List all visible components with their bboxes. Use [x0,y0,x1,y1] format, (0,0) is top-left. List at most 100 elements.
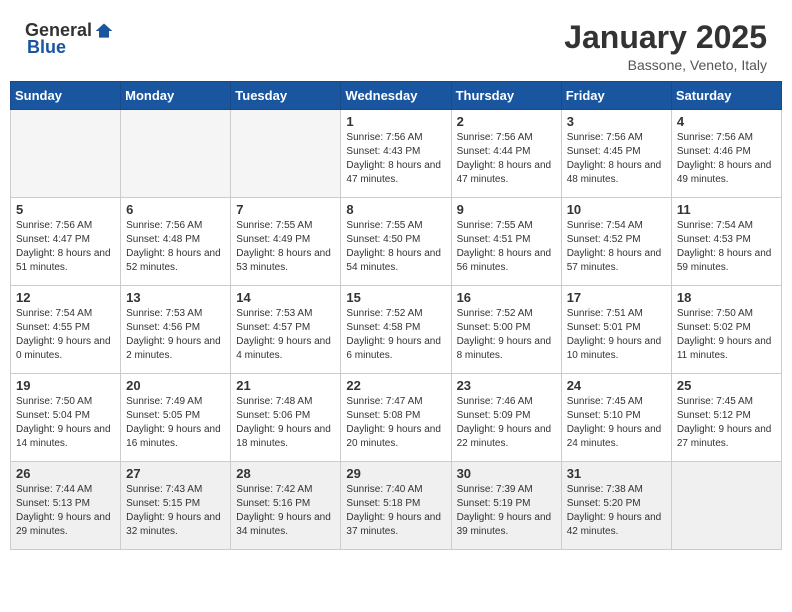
calendar-day-cell: 4 Sunrise: 7:56 AMSunset: 4:46 PMDaylight… [671,110,781,198]
calendar-table: SundayMondayTuesdayWednesdayThursdayFrid… [10,81,782,550]
day-number: 30 [457,466,556,481]
calendar-day-cell: 21 Sunrise: 7:48 AMSunset: 5:06 PMDayligh… [231,374,341,462]
logo-blue: Blue [27,37,66,58]
day-number: 3 [567,114,666,129]
calendar-day-cell: 2 Sunrise: 7:56 AMSunset: 4:44 PMDaylight… [451,110,561,198]
day-info: Sunrise: 7:54 AMSunset: 4:52 PMDaylight:… [567,219,666,275]
day-number: 23 [457,378,556,393]
calendar-day-cell: 25 Sunrise: 7:45 AMSunset: 5:12 PMDayligh… [671,374,781,462]
day-number: 15 [346,290,445,305]
weekday-header: Tuesday [231,82,341,110]
day-number: 24 [567,378,666,393]
calendar-day-cell: 5 Sunrise: 7:56 AMSunset: 4:47 PMDaylight… [11,198,121,286]
day-number: 29 [346,466,445,481]
calendar-day-cell: 15 Sunrise: 7:52 AMSunset: 4:58 PMDayligh… [341,286,451,374]
day-number: 16 [457,290,556,305]
month-year: January 2025 [564,20,767,55]
day-info: Sunrise: 7:51 AMSunset: 5:01 PMDaylight:… [567,307,666,363]
day-info: Sunrise: 7:38 AMSunset: 5:20 PMDaylight:… [567,483,666,539]
day-number: 27 [126,466,225,481]
calendar-day-cell: 12Sunrise: 7:54 AMSunset: 4:55 PMDayligh… [11,286,121,374]
day-info: Sunrise: 7:53 AMSunset: 4:57 PMDaylight:… [236,307,335,363]
day-number: 25 [677,378,776,393]
logo-icon [94,21,114,41]
calendar-day-cell: 9 Sunrise: 7:55 AMSunset: 4:51 PMDaylight… [451,198,561,286]
day-info: Sunrise: 7:47 AMSunset: 5:08 PMDaylight:… [346,395,445,451]
calendar-day-cell: 8Sunrise: 7:55 AMSunset: 4:50 PMDaylight… [341,198,451,286]
calendar-week-row: 12Sunrise: 7:54 AMSunset: 4:55 PMDayligh… [11,286,782,374]
calendar-day-cell: 13 Sunrise: 7:53 AMSunset: 4:56 PMDayligh… [121,286,231,374]
day-info: Sunrise: 7:56 AMSunset: 4:43 PMDaylight:… [346,131,445,187]
calendar-week-row: 19 Sunrise: 7:50 AMSunset: 5:04 PMDayligh… [11,374,782,462]
calendar-day-cell: 27Sunrise: 7:43 AMSunset: 5:15 PMDayligh… [121,462,231,550]
day-info: Sunrise: 7:39 AMSunset: 5:19 PMDaylight:… [457,483,556,539]
weekday-header-row: SundayMondayTuesdayWednesdayThursdayFrid… [11,82,782,110]
calendar-day-cell: 28Sunrise: 7:42 AMSunset: 5:16 PMDayligh… [231,462,341,550]
calendar-day-cell: 31 Sunrise: 7:38 AMSunset: 5:20 PMDayligh… [561,462,671,550]
calendar-day-cell [121,110,231,198]
day-info: Sunrise: 7:53 AMSunset: 4:56 PMDaylight:… [126,307,225,363]
day-number: 21 [236,378,335,393]
calendar-day-cell: 24 Sunrise: 7:45 AMSunset: 5:10 PMDayligh… [561,374,671,462]
day-info: Sunrise: 7:52 AMSunset: 4:58 PMDaylight:… [346,307,445,363]
day-number: 17 [567,290,666,305]
day-number: 10 [567,202,666,217]
calendar-day-cell [671,462,781,550]
day-number: 1 [346,114,445,129]
weekday-header: Friday [561,82,671,110]
day-number: 11 [677,202,776,217]
day-number: 9 [457,202,556,217]
calendar-day-cell: 7 Sunrise: 7:55 AMSunset: 4:49 PMDaylight… [231,198,341,286]
day-number: 6 [126,202,225,217]
calendar-day-cell [11,110,121,198]
calendar-day-cell: 23 Sunrise: 7:46 AMSunset: 5:09 PMDayligh… [451,374,561,462]
day-info: Sunrise: 7:40 AMSunset: 5:18 PMDaylight:… [346,483,445,539]
day-number: 31 [567,466,666,481]
calendar-day-cell: 14Sunrise: 7:53 AMSunset: 4:57 PMDayligh… [231,286,341,374]
weekday-header: Sunday [11,82,121,110]
day-number: 4 [677,114,776,129]
day-number: 2 [457,114,556,129]
calendar-day-cell: 30 Sunrise: 7:39 AMSunset: 5:19 PMDayligh… [451,462,561,550]
calendar-day-cell: 10 Sunrise: 7:54 AMSunset: 4:52 PMDayligh… [561,198,671,286]
day-info: Sunrise: 7:48 AMSunset: 5:06 PMDaylight:… [236,395,335,451]
weekday-header: Thursday [451,82,561,110]
calendar-day-cell: 26 Sunrise: 7:44 AMSunset: 5:13 PMDayligh… [11,462,121,550]
day-number: 20 [126,378,225,393]
day-info: Sunrise: 7:44 AMSunset: 5:13 PMDaylight:… [16,483,115,539]
weekday-header: Monday [121,82,231,110]
calendar-day-cell: 29 Sunrise: 7:40 AMSunset: 5:18 PMDayligh… [341,462,451,550]
calendar-day-cell: 17 Sunrise: 7:51 AMSunset: 5:01 PMDayligh… [561,286,671,374]
day-number: 19 [16,378,115,393]
day-info: Sunrise: 7:46 AMSunset: 5:09 PMDaylight:… [457,395,556,451]
page-header: General Blue January 2025 Bassone, Venet… [10,10,782,81]
calendar-day-cell: 11Sunrise: 7:54 AMSunset: 4:53 PMDayligh… [671,198,781,286]
day-info: Sunrise: 7:56 AMSunset: 4:44 PMDaylight:… [457,131,556,187]
calendar-day-cell: 1 Sunrise: 7:56 AMSunset: 4:43 PMDaylight… [341,110,451,198]
day-info: Sunrise: 7:50 AMSunset: 5:04 PMDaylight:… [16,395,115,451]
calendar-week-row: 5 Sunrise: 7:56 AMSunset: 4:47 PMDaylight… [11,198,782,286]
day-info: Sunrise: 7:55 AMSunset: 4:51 PMDaylight:… [457,219,556,275]
day-info: Sunrise: 7:50 AMSunset: 5:02 PMDaylight:… [677,307,776,363]
day-info: Sunrise: 7:56 AMSunset: 4:48 PMDaylight:… [126,219,225,275]
day-info: Sunrise: 7:56 AMSunset: 4:46 PMDaylight:… [677,131,776,187]
calendar-day-cell: 3 Sunrise: 7:56 AMSunset: 4:45 PMDaylight… [561,110,671,198]
calendar-day-cell [231,110,341,198]
day-number: 5 [16,202,115,217]
day-info: Sunrise: 7:55 AMSunset: 4:49 PMDaylight:… [236,219,335,275]
day-number: 13 [126,290,225,305]
calendar-day-cell: 18 Sunrise: 7:50 AMSunset: 5:02 PMDayligh… [671,286,781,374]
weekday-header: Saturday [671,82,781,110]
weekday-header: Wednesday [341,82,451,110]
calendar-day-cell: 19 Sunrise: 7:50 AMSunset: 5:04 PMDayligh… [11,374,121,462]
title-block: January 2025 Bassone, Veneto, Italy [564,20,767,73]
day-number: 7 [236,202,335,217]
day-info: Sunrise: 7:56 AMSunset: 4:47 PMDaylight:… [16,219,115,275]
day-number: 26 [16,466,115,481]
day-info: Sunrise: 7:49 AMSunset: 5:05 PMDaylight:… [126,395,225,451]
calendar-day-cell: 22Sunrise: 7:47 AMSunset: 5:08 PMDayligh… [341,374,451,462]
day-info: Sunrise: 7:45 AMSunset: 5:10 PMDaylight:… [567,395,666,451]
day-info: Sunrise: 7:45 AMSunset: 5:12 PMDaylight:… [677,395,776,451]
day-info: Sunrise: 7:56 AMSunset: 4:45 PMDaylight:… [567,131,666,187]
day-number: 18 [677,290,776,305]
